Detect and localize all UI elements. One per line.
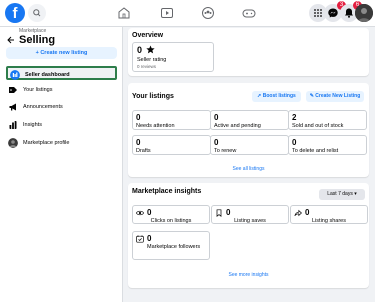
account-avatar[interactable] xyxy=(355,4,373,22)
stat-label: Drafts xyxy=(136,148,151,154)
sidebar-item-marketplace-profile[interactable]: Marketplace profile xyxy=(6,136,117,150)
followers-icon xyxy=(136,235,144,243)
stat-label: To delete and relist xyxy=(292,148,339,154)
insight-label: Clicks on listings xyxy=(150,218,192,224)
facebook-logo[interactable]: f xyxy=(5,3,25,23)
star-icon xyxy=(146,45,155,54)
chart-icon xyxy=(9,121,17,129)
stat-active-and-pending[interactable]: 0 Active and pending xyxy=(210,110,289,130)
sidebar-item-insights[interactable]: Insights xyxy=(6,118,117,132)
sidebar-item-your-listings[interactable]: Your listings xyxy=(6,83,117,97)
stat-label: Needs attention xyxy=(136,123,175,129)
top-navigation-bar: f 3 xyxy=(0,0,375,27)
stat-sold-and-out-of-stock[interactable]: 2 Sold and out of stock xyxy=(288,110,367,130)
overview-card: Overview 0 Seller rating 0 reviews xyxy=(128,28,369,76)
marketplace-insights-card: Marketplace insights Last 7 days ▾ 0 Cli… xyxy=(128,183,369,288)
share-icon xyxy=(294,209,302,217)
groups-icon[interactable] xyxy=(200,5,216,21)
your-listings-card: Your listings ➚ Boost listings ✎ Create … xyxy=(128,83,369,177)
selling-sidebar: Marketplace Selling + Create new listing… xyxy=(0,27,123,302)
gaming-icon[interactable] xyxy=(241,5,257,21)
seller-rating-label: Seller rating xyxy=(137,57,167,63)
stat-label: Sold and out of stock xyxy=(292,123,344,129)
boost-listings-button[interactable]: ➚ Boost listings xyxy=(252,91,301,102)
overview-title: Overview xyxy=(132,32,164,39)
sidebar-item-label: Announcements xyxy=(23,103,63,110)
insight-listing-shares[interactable]: 0 Listing shares xyxy=(290,205,368,224)
home-icon[interactable] xyxy=(116,5,132,21)
stat-count: 0 xyxy=(214,138,219,147)
seller-rating-value: 0 xyxy=(137,45,143,55)
see-more-insights-link[interactable]: See more insights xyxy=(128,272,369,278)
search-icon xyxy=(33,9,41,17)
stat-label: Active and pending xyxy=(214,123,261,129)
create-new-listing-top-button[interactable]: ✎ Create New Listing xyxy=(306,91,364,102)
insight-label: Marketplace followers xyxy=(147,244,201,250)
insight-label: Listing shares xyxy=(312,218,346,224)
insight-count: 0 xyxy=(226,208,231,217)
insight-count: 0 xyxy=(147,208,152,217)
stat-count: 0 xyxy=(136,113,141,122)
profile-icon xyxy=(8,138,18,148)
dashboard-icon xyxy=(10,70,20,80)
stat-to-delete-and-relist[interactable]: 0 To delete and relist xyxy=(288,135,367,155)
sidebar-item-label: Insights xyxy=(23,121,42,128)
insight-clicks-on-listings[interactable]: 0 Clicks on listings xyxy=(132,205,210,224)
page-title: Selling xyxy=(19,34,56,46)
eye-icon xyxy=(136,210,144,216)
watch-icon[interactable] xyxy=(159,5,175,21)
stat-count: 0 xyxy=(292,138,297,147)
insights-title: Marketplace insights xyxy=(132,188,202,195)
stat-count: 0 xyxy=(214,113,219,122)
your-listings-title: Your listings xyxy=(132,93,174,100)
back-arrow-icon[interactable] xyxy=(5,35,15,45)
create-new-listing-button[interactable]: + Create new listing xyxy=(6,47,117,59)
insight-label: Listing saves xyxy=(234,218,266,224)
period-dropdown[interactable]: Last 7 days ▾ xyxy=(319,189,365,200)
insight-count: 0 xyxy=(305,208,310,217)
caret-down-icon: ▾ xyxy=(354,191,357,197)
search-button[interactable] xyxy=(28,4,46,22)
sidebar-item-announcements[interactable]: Announcements xyxy=(6,100,117,114)
see-all-listings-link[interactable]: See all listings xyxy=(128,166,369,172)
boost-listings-label: Boost listings xyxy=(262,93,296,99)
seller-rating-box[interactable]: 0 Seller rating 0 reviews xyxy=(132,42,214,72)
insight-marketplace-followers[interactable]: 0 Marketplace followers xyxy=(132,231,210,260)
create-new-listing-label: Create New Listing xyxy=(315,93,361,99)
period-label: Last 7 days xyxy=(327,191,353,197)
avatar-image xyxy=(355,4,373,22)
sidebar-item-seller-dashboard[interactable]: Seller dashboard xyxy=(6,66,117,80)
stat-count: 0 xyxy=(136,138,141,147)
bookmark-icon xyxy=(216,209,222,217)
sidebar-item-label: Your listings xyxy=(23,86,53,93)
insight-listing-saves[interactable]: 0 Listing saves xyxy=(211,205,289,224)
tag-icon xyxy=(9,87,17,93)
sidebar-item-label: Seller dashboard xyxy=(25,71,70,78)
stat-drafts[interactable]: 0 Drafts xyxy=(132,135,211,155)
megaphone-icon xyxy=(9,103,16,111)
stat-needs-attention[interactable]: 0 Needs attention xyxy=(132,110,211,130)
stat-label: To renew xyxy=(214,148,237,154)
seller-rating-reviews: 0 reviews xyxy=(137,64,157,69)
sidebar-item-label: Marketplace profile xyxy=(23,139,70,146)
stat-to-renew[interactable]: 0 To renew xyxy=(210,135,289,155)
insight-count: 0 xyxy=(147,234,152,243)
stat-count: 2 xyxy=(292,113,297,122)
